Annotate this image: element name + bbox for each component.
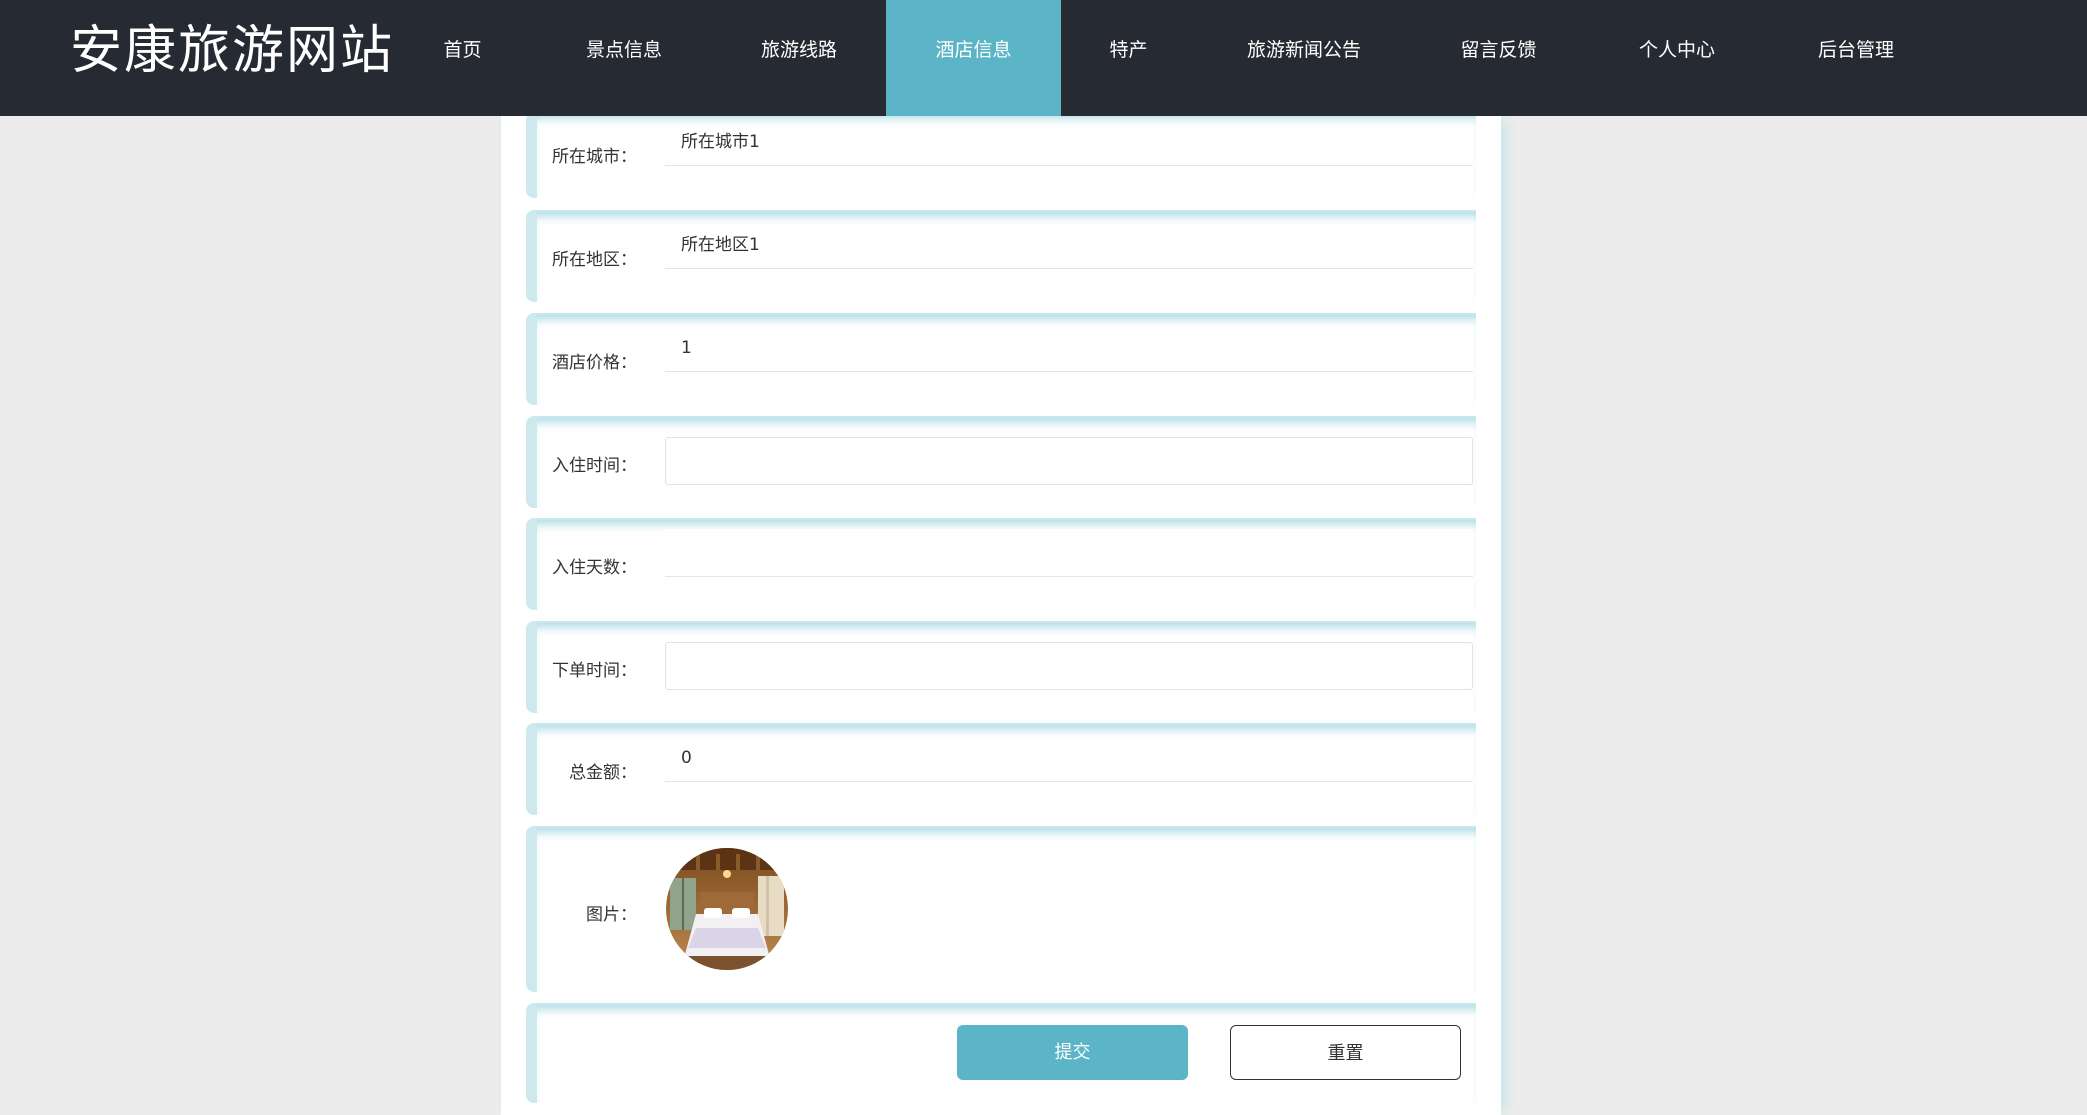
nav-item-admin[interactable]: 后台管理: [1801, 0, 1911, 116]
checkin-time-input[interactable]: [665, 437, 1473, 485]
form-row-image: 图片：: [526, 826, 1476, 992]
hotel-room-photo: [666, 848, 788, 970]
nav-item-home[interactable]: 首页: [425, 0, 500, 116]
district-label: 所在地区：: [552, 250, 637, 270]
form-row-total-amount: 总金额： 0: [526, 723, 1476, 815]
nav-item-travel-news[interactable]: 旅游新闻公告: [1235, 0, 1373, 116]
stay-days-input[interactable]: [665, 529, 1473, 577]
nav-item-user-center[interactable]: 个人中心: [1622, 0, 1732, 116]
nav-item-attractions[interactable]: 景点信息: [568, 0, 680, 116]
form-row-checkin-time: 入住时间：: [526, 416, 1476, 508]
order-time-label: 下单时间：: [552, 661, 637, 681]
nav-item-tour-routes[interactable]: 旅游线路: [743, 0, 855, 116]
order-time-input[interactable]: [665, 642, 1473, 690]
district-field: 所在地区1: [665, 221, 1473, 269]
nav-item-hotels[interactable]: 酒店信息: [886, 0, 1061, 116]
stay-days-label: 入住天数：: [552, 558, 637, 578]
total-amount-label: 总金额：: [569, 763, 637, 783]
city-field: 所在城市1: [665, 118, 1473, 166]
form-row-price: 酒店价格： 1: [526, 313, 1476, 405]
city-label: 所在城市：: [552, 147, 637, 167]
price-field: 1: [665, 324, 1473, 372]
site-title: 安康旅游网站: [70, 21, 395, 81]
checkin-time-label: 入住时间：: [552, 456, 637, 476]
nav-item-feedback[interactable]: 留言反馈: [1446, 0, 1551, 116]
image-label: 图片：: [586, 905, 637, 925]
form-row-city: 所在城市： 所在城市1: [526, 112, 1476, 198]
form-row-actions: 提交 重置: [526, 1003, 1476, 1103]
submit-button[interactable]: 提交: [957, 1025, 1188, 1080]
form-row-stay-days: 入住天数：: [526, 518, 1476, 610]
top-navbar: 安康旅游网站 首页 景点信息 旅游线路 酒店信息 特产 旅游新闻公告 留言反馈 …: [0, 0, 2087, 116]
form-row-order-time: 下单时间：: [526, 621, 1476, 713]
reset-button[interactable]: 重置: [1230, 1025, 1461, 1080]
total-amount-field: 0: [665, 734, 1473, 782]
nav-item-specialties[interactable]: 特产: [1091, 0, 1166, 116]
price-label: 酒店价格：: [552, 353, 637, 373]
form-row-district: 所在地区： 所在地区1: [526, 210, 1476, 302]
